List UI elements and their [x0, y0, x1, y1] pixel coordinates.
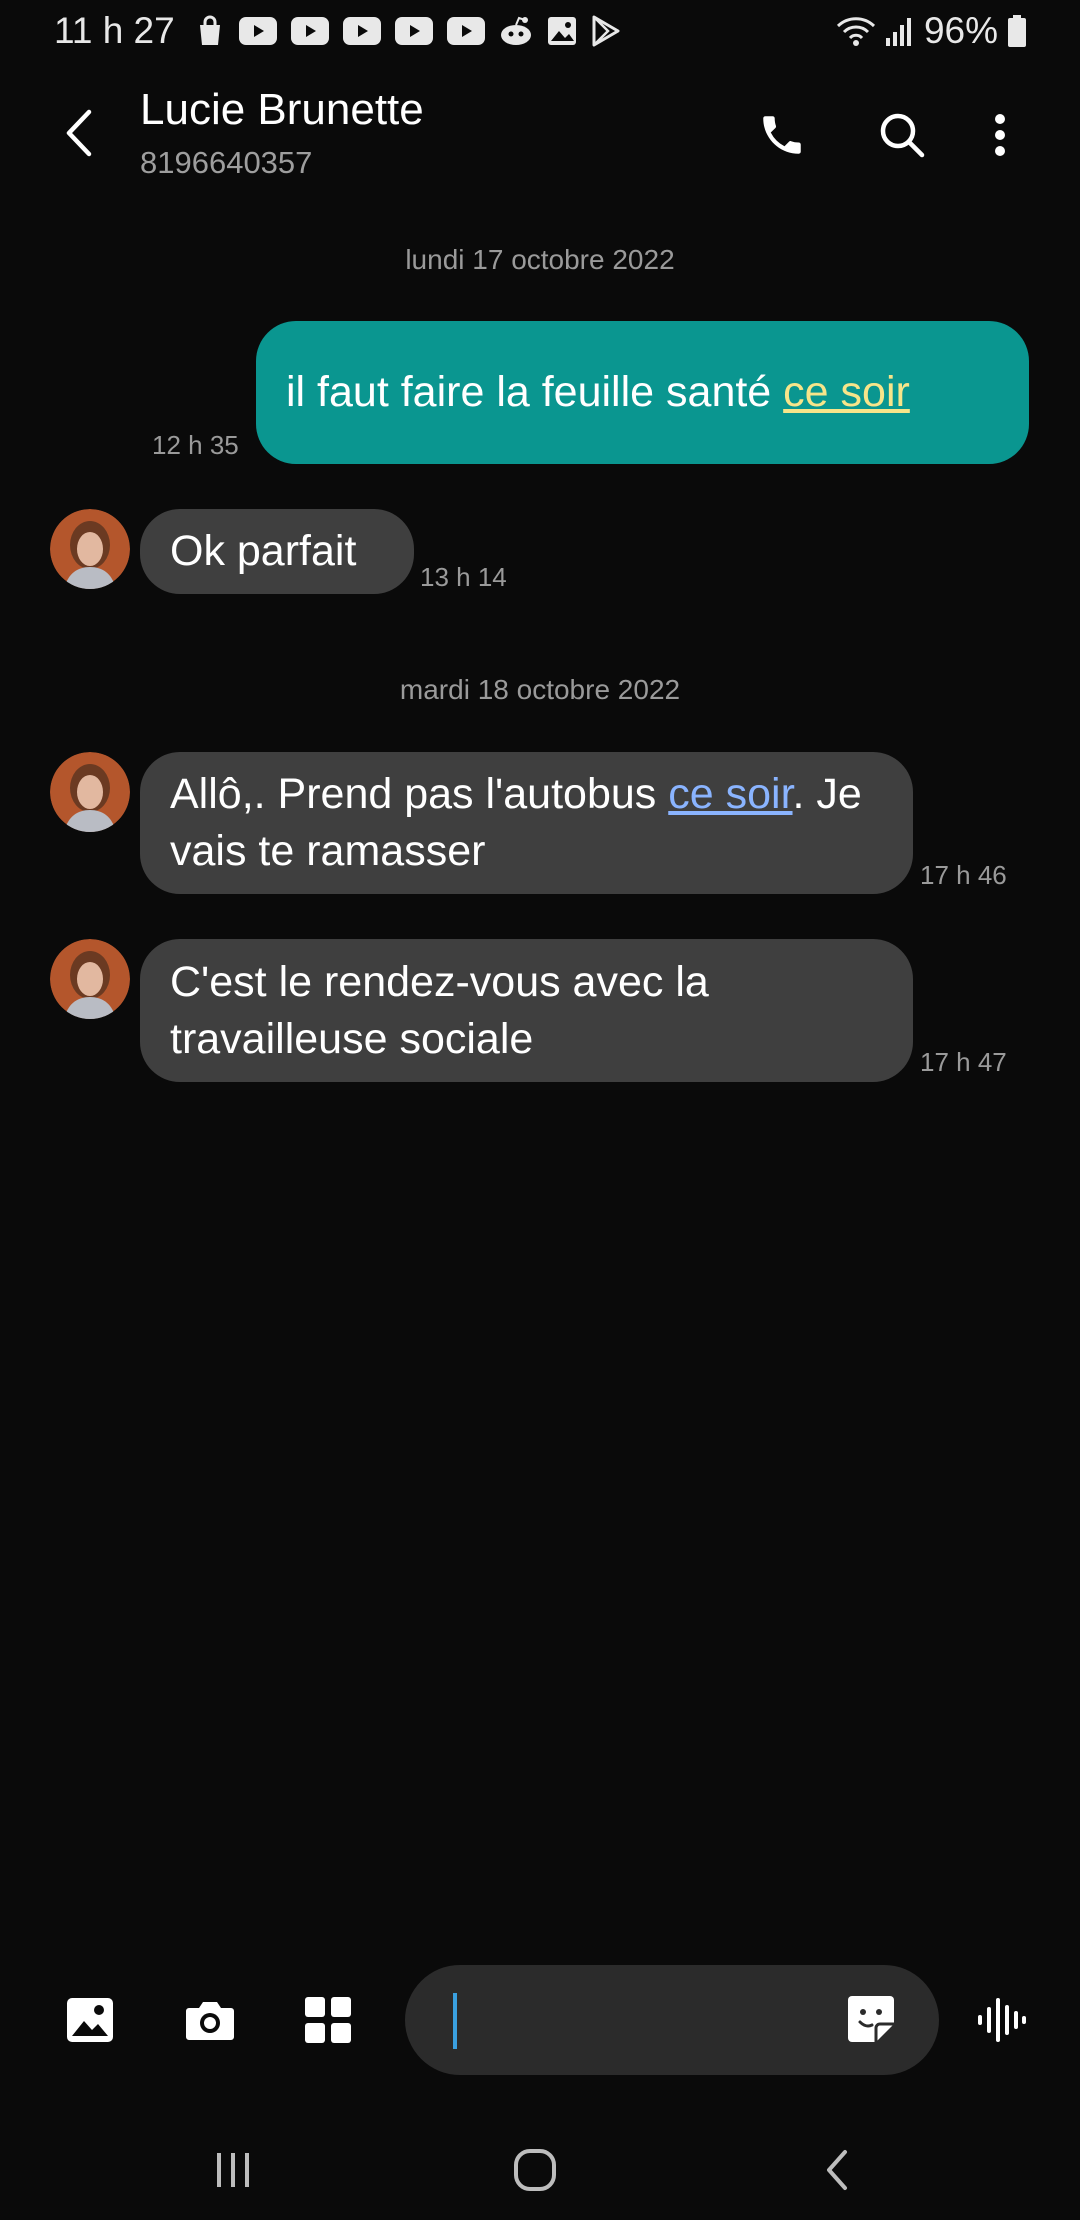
avatar-photo [50, 939, 130, 1019]
status-time: 11 h 27 [54, 10, 175, 51]
contact-avatar[interactable] [50, 509, 130, 589]
incoming-message-bubble[interactable]: Allô,. Prend pas l'autobus ce soir. Je v… [140, 752, 913, 894]
battery-percentage: 96% [923, 10, 998, 51]
gallery-icon [547, 17, 576, 45]
reddit-icon [500, 16, 531, 45]
image-icon [67, 1998, 113, 2042]
apps-button[interactable] [298, 1990, 358, 2050]
youtube-icon [342, 17, 381, 45]
search-icon [880, 113, 925, 158]
grid-icon [305, 1997, 351, 2043]
wifi-icon [836, 17, 875, 46]
incoming-message-bubble[interactable]: Ok parfait [140, 509, 414, 594]
date-separator: mardi 18 octobre 2022 [399, 674, 681, 705]
message-input[interactable] [405, 1965, 939, 2075]
back-button[interactable] [48, 103, 108, 163]
more-vertical-icon [995, 114, 1005, 156]
message-text: il faut faire la feuille santé ce soir [286, 364, 910, 421]
recent-apps-icon [217, 2153, 249, 2187]
search-button[interactable] [870, 103, 934, 167]
message-link[interactable]: ce soir [668, 770, 792, 818]
play-store-icon [592, 15, 620, 47]
sticker-button[interactable] [843, 1991, 899, 2047]
recent-apps-button[interactable] [193, 2140, 273, 2200]
shopping-bag-icon [199, 15, 220, 45]
conversation-header: Lucie Brunette 8196640357 [0, 75, 1080, 190]
message-link[interactable]: ce soir [783, 368, 910, 416]
avatar-photo [50, 509, 130, 589]
youtube-icon [290, 17, 329, 45]
phone-icon [763, 116, 801, 154]
system-navigation-bar [0, 2120, 1080, 2220]
camera-button[interactable] [180, 1990, 240, 2050]
message-text: C'est le rendez-vous avec la travailleus… [170, 957, 709, 1063]
voice-record-button[interactable] [972, 1990, 1032, 2050]
back-nav-icon [827, 2150, 847, 2190]
signal-icon [885, 18, 911, 46]
contact-avatar[interactable] [50, 939, 130, 1019]
status-bar: 11 h 27 96% [0, 0, 1080, 62]
outgoing-message-bubble[interactable]: il faut faire la feuille santé ce soir [256, 321, 1029, 464]
message-time: 12 h 35 [152, 430, 239, 460]
sticker-icon [848, 1996, 894, 2042]
message-time: 17 h 47 [920, 1047, 1007, 1077]
battery-icon [1008, 15, 1026, 47]
contact-number: 8196640357 [140, 145, 313, 180]
message-time: 13 h 14 [420, 562, 507, 592]
notification-icons [195, 15, 621, 47]
call-button[interactable] [750, 103, 814, 167]
message-composer [0, 1960, 1080, 2080]
avatar-photo [50, 752, 130, 832]
status-right: 96% [836, 10, 1026, 52]
youtube-icon [394, 17, 433, 45]
home-button[interactable] [495, 2140, 575, 2200]
back-nav-button[interactable] [797, 2140, 877, 2200]
message-text-part: il faut faire la feuille santé [286, 368, 784, 416]
date-separator: lundi 17 octobre 2022 [405, 244, 675, 275]
gallery-button[interactable] [60, 1990, 120, 2050]
contact-avatar[interactable] [50, 752, 130, 832]
home-icon [514, 2149, 556, 2191]
contact-name[interactable]: Lucie Brunette [140, 85, 424, 135]
message-time: 17 h 46 [920, 860, 1007, 890]
incoming-message-bubble[interactable]: C'est le rendez-vous avec la travailleus… [140, 939, 913, 1082]
camera-icon [186, 2002, 234, 2040]
youtube-icon [446, 17, 485, 45]
youtube-icon [238, 17, 277, 45]
voice-wave-icon [978, 1998, 1026, 2042]
back-arrow-icon [66, 109, 92, 157]
more-options-button[interactable] [968, 103, 1032, 167]
message-text: Ok parfait [170, 527, 357, 575]
text-cursor [453, 1993, 457, 2049]
message-text: Allô,. Prend pas l'autobus ce soir. Je v… [170, 766, 883, 880]
message-text-part: Allô,. Prend pas l'autobus [170, 770, 669, 818]
